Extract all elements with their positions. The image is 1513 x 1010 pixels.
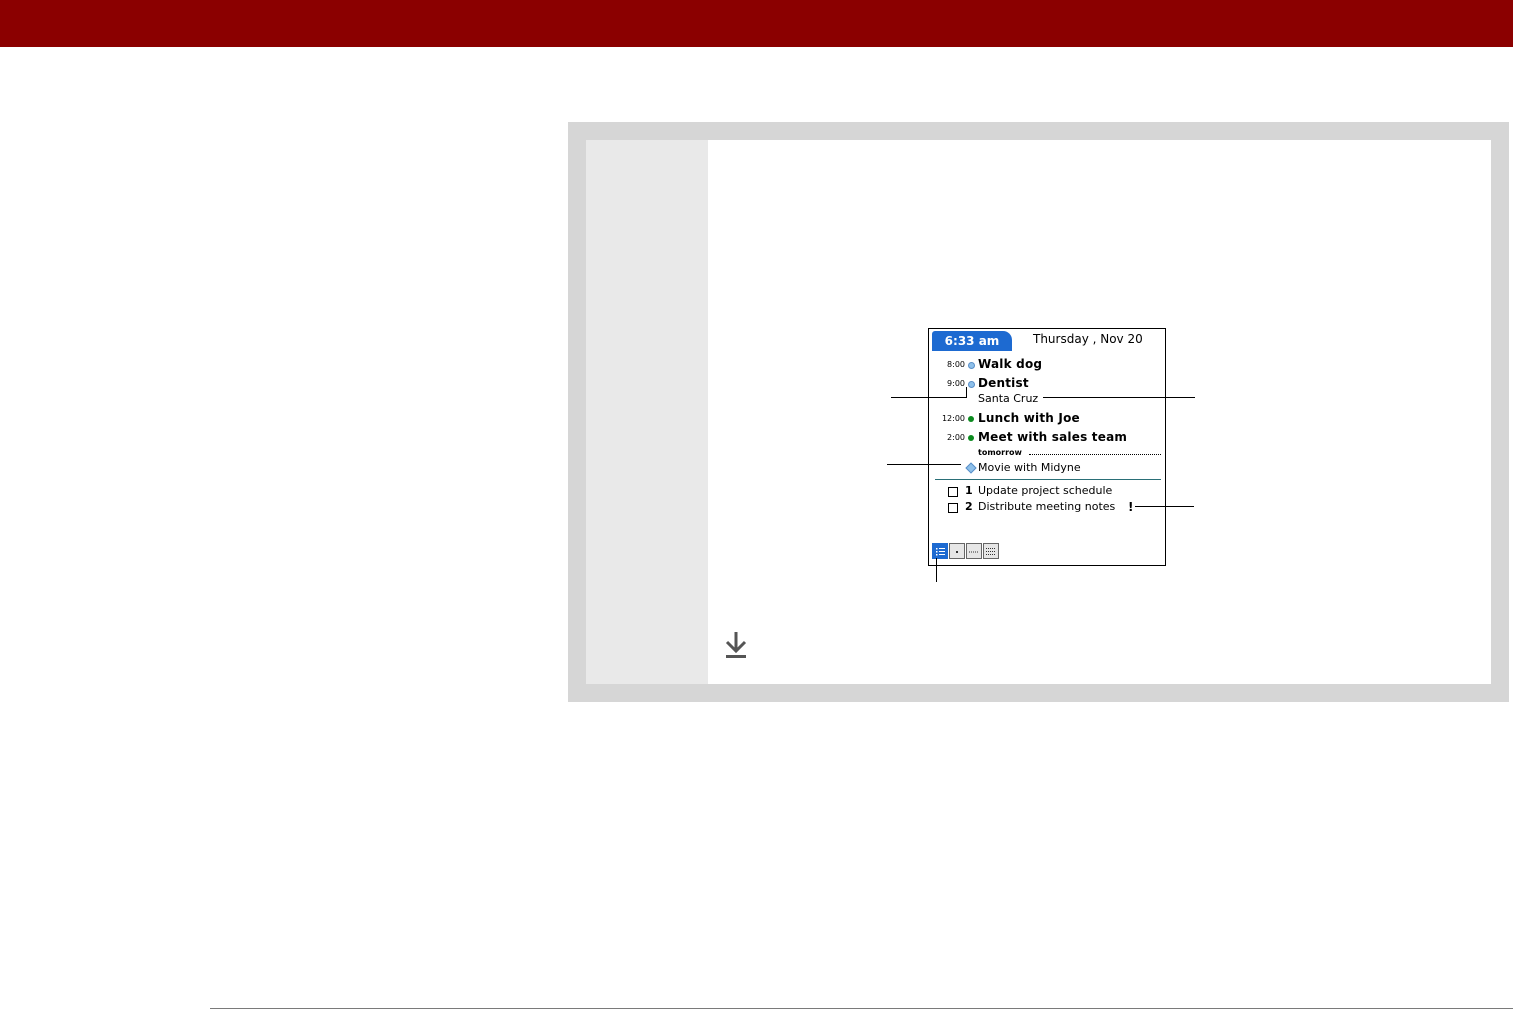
agenda-view-icon[interactable] [932,543,948,559]
timed-event-dot-icon [968,435,974,441]
date-label: Thursday , Nov 20 [1033,332,1143,346]
task-checkbox[interactable] [948,503,958,513]
callout-line-timed-event [891,397,966,398]
event-location: Santa Cruz [978,392,1039,405]
panel-sidebar [586,140,708,684]
task-checkbox[interactable] [948,487,958,497]
view-selector [932,543,1000,559]
event-time: 9:00 [947,379,965,388]
timed-event-dot-icon [968,362,975,369]
tomorrow-label: tomorrow [978,448,1022,457]
callout-line-view-buttons [936,558,937,582]
timed-event-dot-icon [968,381,975,388]
event-title-walk-dog[interactable]: Walk dog [978,356,1042,372]
event-time: 2:00 [947,433,965,442]
callout-line-timed-event-tick [966,387,967,398]
callout-line-location [1043,397,1195,398]
task-priority: 1 [965,484,973,497]
event-title-dentist[interactable]: Dentist [978,375,1029,391]
footer-divider [210,1008,1513,1009]
tomorrow-divider [1029,454,1161,455]
header-bar [0,0,1513,47]
event-time: 8:00 [947,360,965,369]
download-arrow-icon [724,630,748,660]
untimed-event-title[interactable]: Movie with Midyne [978,461,1081,475]
timed-event-dot-icon [968,416,974,422]
event-title-lunch[interactable]: Lunch with Joe [978,410,1080,426]
calendar-agenda-screen: 6:33 am Thursday , Nov 20 8:00 Walk dog … [928,328,1166,566]
month-view-icon[interactable] [983,543,999,559]
event-time: 12:00 [941,414,965,423]
callout-line-untimed-event [887,464,961,465]
event-title-sales-meeting[interactable]: Meet with sales team [978,429,1127,445]
tasks-divider [935,479,1161,480]
task-note-flag: ! [1128,500,1134,514]
callout-line-note [1135,506,1194,507]
untimed-event-diamond-icon [965,462,977,474]
clock-tab[interactable]: 6:33 am [932,331,1012,351]
task-title[interactable]: Update project schedule [978,484,1112,498]
task-priority: 2 [965,500,973,513]
day-view-icon[interactable] [949,543,965,559]
task-title[interactable]: Distribute meeting notes [978,500,1115,514]
week-view-icon[interactable] [966,543,982,559]
